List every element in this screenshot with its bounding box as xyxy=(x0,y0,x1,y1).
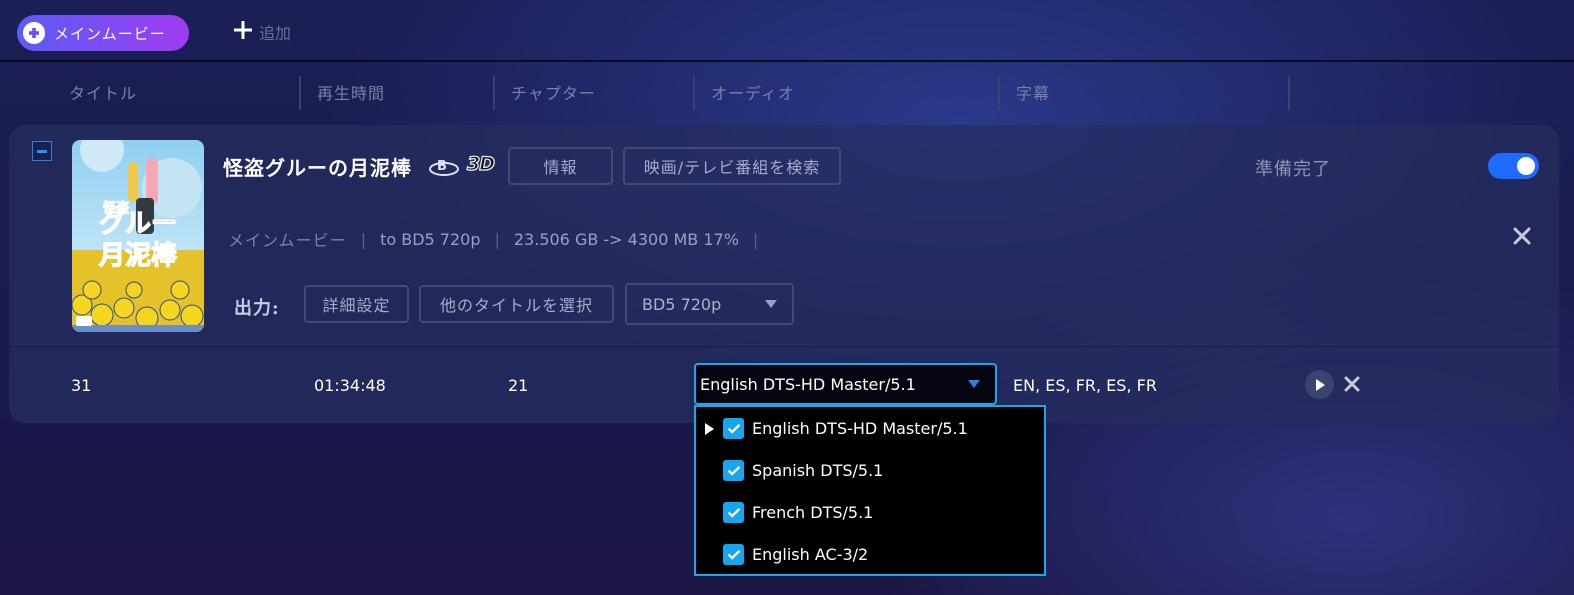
column-audio: オーディオ xyxy=(711,84,795,103)
column-title: タイトル xyxy=(69,84,138,103)
column-divider xyxy=(299,76,301,110)
meta-size: 23.506 GB -> 4300 MB 17% xyxy=(513,229,739,249)
checkbox-checked-icon[interactable] xyxy=(723,460,744,481)
remove-row-icon[interactable] xyxy=(1343,375,1361,393)
meta-mode: メインムービー xyxy=(228,231,347,250)
checkbox-checked-icon[interactable] xyxy=(723,502,744,523)
movie-poster: グルー 月泥棒 怪盗 xyxy=(72,140,204,332)
column-divider xyxy=(998,76,1000,110)
output-format-value: BD5 720p xyxy=(642,294,722,314)
column-subtitles: 字幕 xyxy=(1016,84,1051,103)
audio-option-label: Spanish DTS/5.1 xyxy=(752,461,884,480)
checkbox-checked-icon[interactable] xyxy=(723,418,744,439)
audio-option[interactable]: English AC-3/2 xyxy=(696,534,1044,576)
chevron-down-icon xyxy=(968,380,980,388)
audio-option-label: English AC-3/2 xyxy=(752,545,869,564)
plus-icon xyxy=(233,20,253,44)
column-divider xyxy=(693,76,695,110)
column-duration: 再生時間 xyxy=(317,84,386,103)
title-card: グルー 月泥棒 怪盗 怪盗グルーの月泥棒 B 3D 情報 映画/テレビ番組を検索… xyxy=(9,125,1559,423)
search-movie-button[interactable]: 映画/テレビ番組を検索 xyxy=(623,147,841,185)
output-format-select[interactable]: BD5 720p xyxy=(625,283,794,325)
svg-text:怪盗: 怪盗 xyxy=(103,200,129,216)
3d-icon: 3D xyxy=(466,152,495,175)
movie-title: 怪盗グルーの月泥棒 xyxy=(223,156,412,180)
svg-text:B: B xyxy=(437,159,447,174)
audio-option-label: French DTS/5.1 xyxy=(752,503,874,522)
toggle-knob xyxy=(1517,157,1535,175)
audio-track-select[interactable]: English DTS-HD Master/5.1 xyxy=(694,363,997,405)
column-divider xyxy=(1288,76,1290,110)
row-chapters: 21 xyxy=(508,376,529,395)
plus-circle-icon xyxy=(23,22,45,44)
add-button[interactable]: 追加 xyxy=(233,19,291,45)
select-other-title-button[interactable]: 他のタイトルを選択 xyxy=(419,285,614,323)
column-header: タイトル 再生時間 チャプター オーディオ 字幕 xyxy=(0,74,1574,114)
column-divider xyxy=(493,76,495,110)
audio-option-label: English DTS-HD Master/5.1 xyxy=(752,419,968,438)
bluray-disc-icon: B xyxy=(429,155,459,177)
advanced-settings-button[interactable]: 詳細設定 xyxy=(304,285,409,323)
play-preview-button[interactable] xyxy=(1305,370,1334,399)
audio-option[interactable]: French DTS/5.1 xyxy=(696,492,1044,534)
row-subtitles[interactable]: EN, ES, FR, ES, FR xyxy=(1013,376,1157,395)
output-label: 出力: xyxy=(234,298,280,319)
title-meta: メインムービー | to BD5 720p | 23.506 GB -> 430… xyxy=(228,227,772,251)
status-ready: 準備完了 xyxy=(1255,159,1331,180)
main-movie-label: メインムービー xyxy=(54,24,166,43)
row-title-number: 31 xyxy=(71,376,92,395)
audio-option[interactable]: English DTS-HD Master/5.1 xyxy=(696,408,1044,450)
svg-text:月泥棒: 月泥棒 xyxy=(98,241,178,271)
info-button[interactable]: 情報 xyxy=(508,147,613,185)
meta-target: to BD5 720p xyxy=(380,229,481,249)
meta-divider: | xyxy=(360,229,367,249)
chevron-down-icon xyxy=(765,300,777,308)
minus-icon xyxy=(37,149,47,153)
meta-divider: | xyxy=(752,229,759,249)
audio-track-dropdown: English DTS-HD Master/5.1 Spanish DTS/5.… xyxy=(694,405,1046,576)
add-label: 追加 xyxy=(259,24,292,43)
main-movie-button[interactable]: メインムービー xyxy=(17,15,189,51)
column-chapters: チャプター xyxy=(511,84,596,103)
checkbox-checked-icon[interactable] xyxy=(723,544,744,565)
audio-track-value: English DTS-HD Master/5.1 xyxy=(700,374,916,394)
title-card-header: グルー 月泥棒 怪盗 怪盗グルーの月泥棒 B 3D 情報 映画/テレビ番組を検索… xyxy=(9,125,1559,347)
audio-option[interactable]: Spanish DTS/5.1 xyxy=(696,450,1044,492)
enable-toggle[interactable] xyxy=(1488,153,1539,179)
current-track-arrow-icon xyxy=(705,423,714,435)
play-icon xyxy=(1315,378,1325,391)
top-toolbar: メインムービー 追加 xyxy=(0,0,1574,62)
row-duration: 01:34:48 xyxy=(314,376,386,395)
remove-title-icon[interactable] xyxy=(1512,226,1532,246)
collapse-button[interactable] xyxy=(32,141,52,161)
meta-divider: | xyxy=(494,229,500,249)
